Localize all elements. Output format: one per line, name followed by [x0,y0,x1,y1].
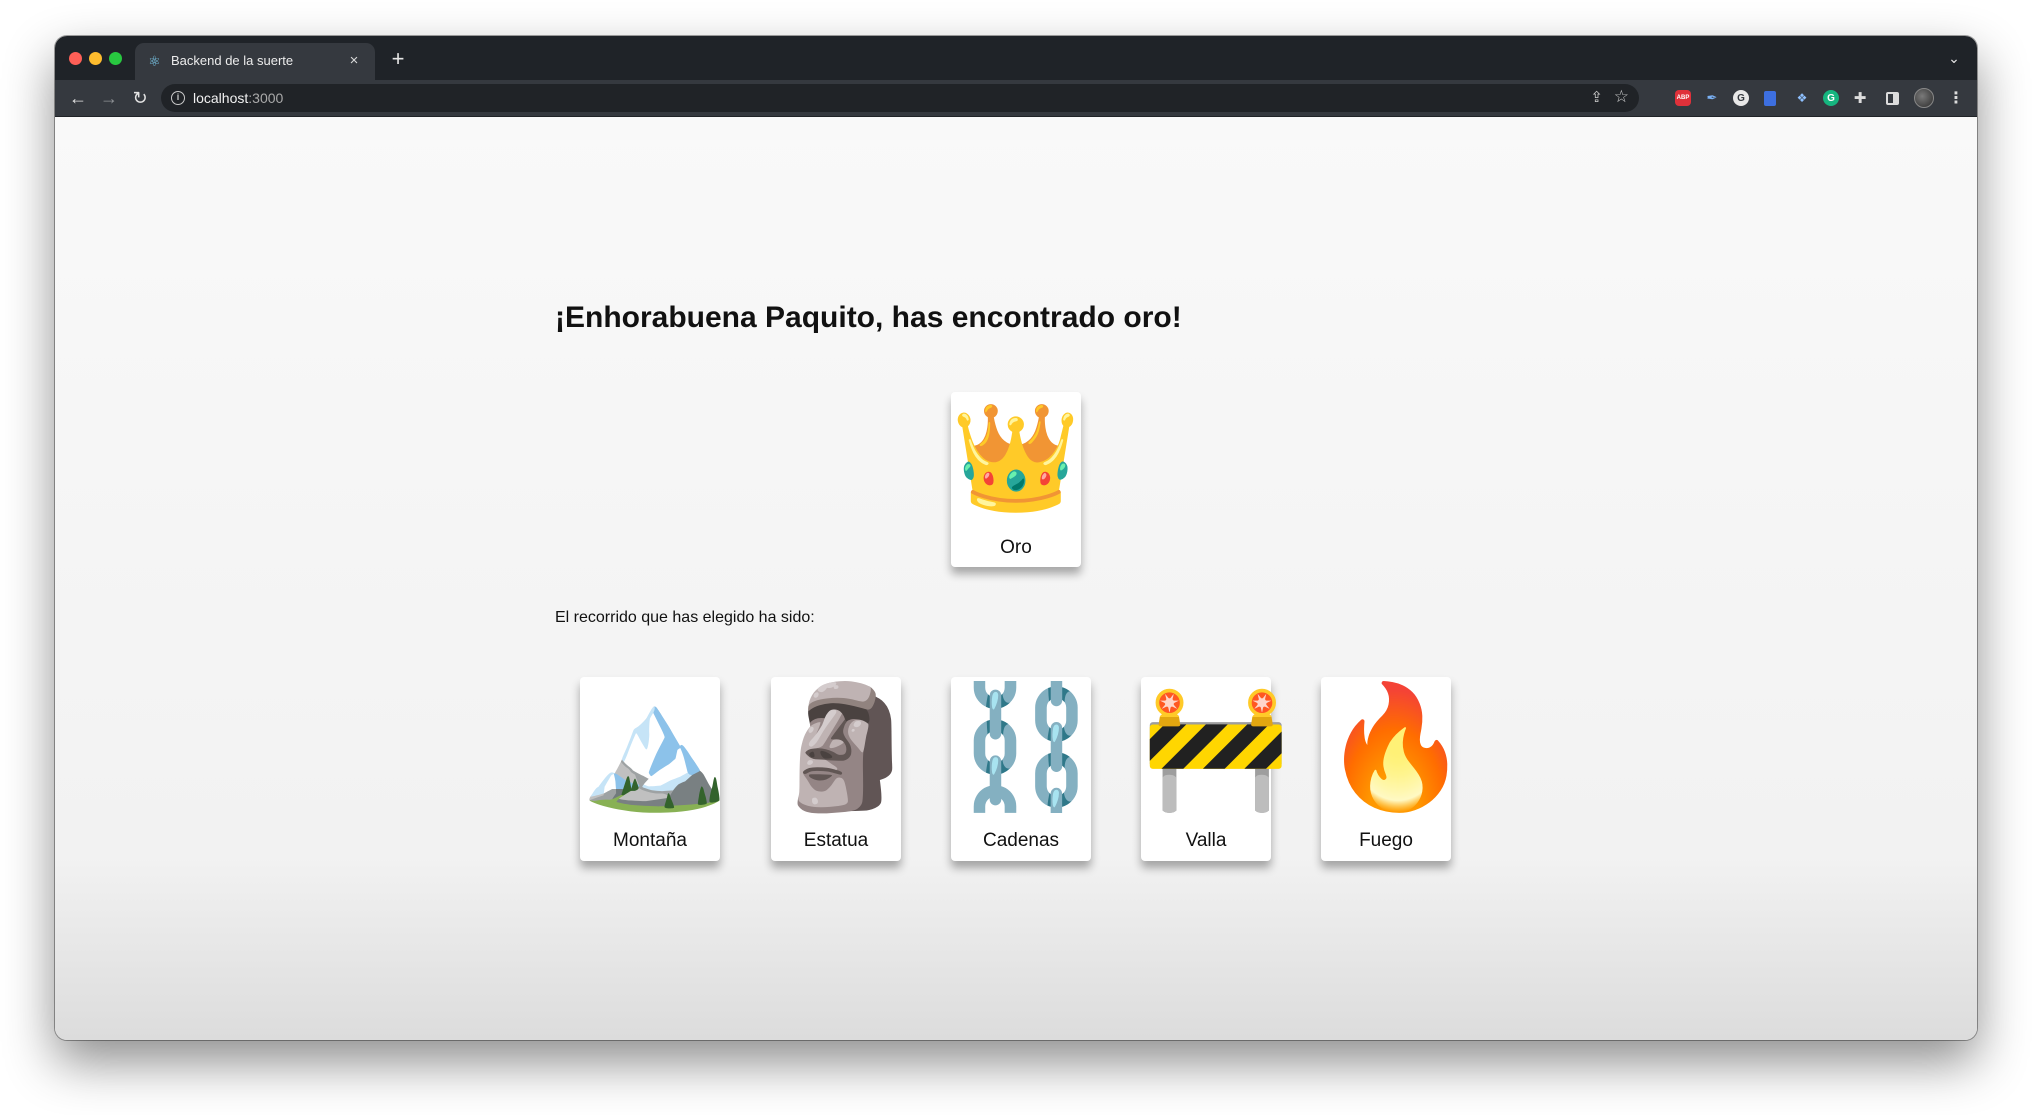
react-favicon-icon: ⚛ [148,53,161,69]
browser-window: ⚛ Backend de la suerte × + ⌄ ← → ↻ i loc… [55,36,1977,1040]
fire-icon: 🔥 [1321,680,1471,814]
grammarly-extension-icon[interactable]: G [1823,90,1839,106]
reload-icon[interactable]: ↻ [127,85,153,111]
path-card-label: Cadenas [982,830,1060,851]
document-extension-icon [1764,90,1776,106]
g-extension-icon[interactable]: G [1733,90,1749,106]
url-port: :3000 [248,90,284,106]
adblock-extension-icon[interactable]: ABP [1675,90,1691,106]
minimize-window-button[interactable] [89,52,102,65]
tab-strip: ⚛ Backend de la suerte × + ⌄ [55,36,1977,80]
chains-icon: ⛓️ [951,680,1101,814]
page-content: ¡Enhorabuena Paquito, has encontrado oro… [55,117,1977,1040]
path-card-label: Montaña [613,830,687,851]
docs-extension-button[interactable] [1759,87,1781,109]
tab-close-icon[interactable]: × [343,50,365,72]
back-arrow-icon[interactable]: ← [65,85,91,111]
path-card-fuego: 🔥 Fuego [1321,677,1471,861]
share-icon[interactable]: ⇪ [1590,88,1603,108]
tab-search-chevron-icon[interactable]: ⌄ [1943,47,1965,69]
new-tab-button[interactable]: + [385,46,411,72]
fullscreen-window-button[interactable] [109,52,122,65]
path-card-label: Valla [1185,830,1227,851]
pen-extension-icon[interactable]: ✒ [1701,87,1723,109]
close-window-button[interactable] [69,52,82,65]
side-panel-icon [1885,91,1899,105]
url-host: localhost [193,90,249,106]
url-text[interactable]: localhost:3000 [193,90,283,106]
crown-icon: 👑 [951,400,1081,516]
moai-statue-icon: 🗿 [771,680,921,814]
path-card-estatua: 🗿 Estatua [771,677,921,861]
path-intro-text: El recorrido que has elegido ha sido: [555,609,815,626]
path-card-valla: 🚧 Valla [1141,677,1291,861]
browser-toolbar: ← → ↻ i localhost:3000 ⇪ ☆ ABP ✒ G ❖ G ✚… [55,80,1977,117]
site-info-icon[interactable]: i [171,91,185,105]
side-panel-button[interactable] [1881,87,1903,109]
tab-title: Backend de la suerte [171,53,294,68]
path-card-label: Estatua [803,830,869,851]
page-title: ¡Enhorabuena Paquito, has encontrado oro… [555,301,1182,334]
construction-barrier-icon: 🚧 [1141,680,1291,814]
address-bar[interactable]: i localhost:3000 ⇪ ☆ [161,84,1639,112]
result-label: Oro [1000,537,1032,558]
mountain-icon: 🏔️ [580,680,730,814]
bookmark-star-icon[interactable]: ☆ [1614,87,1629,107]
forward-arrow-icon[interactable]: → [96,85,122,111]
tab-active[interactable]: ⚛ Backend de la suerte × [135,43,375,80]
path-card-label: Fuego [1359,830,1413,851]
profile-button[interactable] [1913,87,1935,109]
result-card: 👑 Oro [951,392,1081,567]
path-card-cadenas: ⛓️ Cadenas [951,677,1101,861]
path-card-montana: 🏔️ Montaña [580,677,730,861]
kebab-menu-icon[interactable]: ⋮ [1945,87,1967,109]
diamond-extension-icon[interactable]: ❖ [1791,87,1813,109]
extensions-bar: ABP ✒ G ❖ G ✚ ⋮ [1675,86,1967,110]
profile-avatar [1914,88,1934,108]
puzzle-extensions-icon[interactable]: ✚ [1849,87,1871,109]
